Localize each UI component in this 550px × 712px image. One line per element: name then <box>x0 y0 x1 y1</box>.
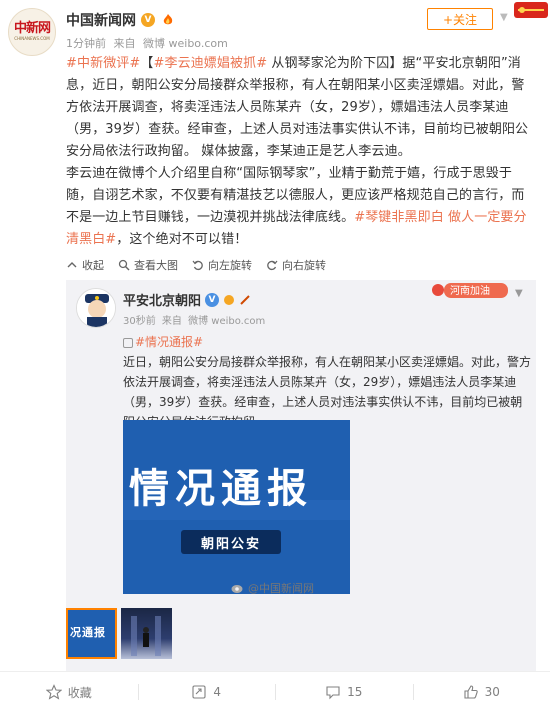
source-prefix: 来自 <box>113 37 136 50</box>
chinanews-logo-en: CHINANEWS.COM <box>14 36 50 41</box>
repost-chevron-down-icon[interactable]: ▼ <box>515 288 523 299</box>
rotate-right-icon <box>267 260 278 271</box>
post-actions: 收藏 4 15 30 <box>0 671 550 712</box>
rotate-left-button[interactable]: 向左旋转 <box>192 257 252 273</box>
image-toolbar: 收起 查看大图 向左旋转 向右旋转 <box>66 256 340 274</box>
comment-count: 15 <box>347 685 363 699</box>
notice-tag-icon <box>123 337 133 348</box>
repost-tag[interactable]: #情况通报# <box>135 335 203 349</box>
repost-badge-icon <box>224 294 235 305</box>
thumbs-up-icon <box>464 685 478 699</box>
star-icon <box>45 684 62 700</box>
repost-text: #情况通报# 近日，朝阳公安分局接群众举报称，有人在朝阳某小区卖淫嫖娼。对此，警… <box>123 332 533 432</box>
henan-support-badge: 河南加油 <box>432 283 508 298</box>
notice-image-title: 情况通报 <box>129 466 313 512</box>
weibo-post-card: 中新网 CHINANEWS.COM 中国新闻网 V 1分钟前 来自 微博 wei… <box>0 0 550 712</box>
collapse-button[interactable]: 收起 <box>66 257 104 273</box>
post-meta: 1分钟前 来自 微博 weibo.com <box>66 35 232 51</box>
like-button[interactable]: 30 <box>412 672 550 712</box>
post-text: 【 <box>140 56 154 71</box>
repost-author-row: 平安北京朝阳 V <box>123 290 251 309</box>
comment-icon <box>326 686 340 700</box>
hashtag-link[interactable]: #中新微评# <box>66 56 140 71</box>
post-paragraph: #中新微评#【#李云迪嫖娼被抓# 从钢琴家沦为阶下囚】据“平安北京朝阳”消息，近… <box>66 53 531 163</box>
repost-author-avatar[interactable] <box>76 288 116 328</box>
rotate-left-label: 向左旋转 <box>208 259 252 272</box>
notice-image[interactable]: 情况通报 朝阳公安 <box>123 420 350 594</box>
thumbnail-2[interactable] <box>121 608 172 659</box>
rotate-right-label: 向右旋转 <box>282 259 326 272</box>
repost-source-prefix: 来自 <box>161 316 182 327</box>
magnify-icon <box>118 259 130 271</box>
thumbnail-1-text: 况通报 <box>70 626 106 639</box>
view-large-button[interactable]: 查看大图 <box>118 257 178 273</box>
author-name[interactable]: 中国新闻网 <box>66 10 136 30</box>
chevron-down-icon[interactable]: ▼ <box>500 12 508 23</box>
thumbnail-1[interactable]: 况通报 <box>66 608 117 659</box>
reposted-post: 平安北京朝阳 V 30秒前 来自 微博 weibo.com 河南加油 ▼ #情况… <box>66 280 536 671</box>
favorite-label: 收藏 <box>67 685 92 700</box>
post-text: 从钢琴家沦为阶下囚】据“平安北京朝阳”消息，近日，朝阳公安分局接群众举报称，有人… <box>66 56 529 159</box>
chinanews-logo: 中新网 <box>13 21 51 36</box>
repost-count: 4 <box>213 685 222 699</box>
festival-decoration-icon <box>514 2 548 18</box>
fire-badge-icon <box>163 14 173 25</box>
collapse-label: 收起 <box>82 259 104 272</box>
stage-photo-icon <box>131 616 161 656</box>
rotate-left-icon <box>192 260 203 271</box>
repost-button[interactable]: 4 <box>137 672 276 712</box>
collapse-icon <box>67 262 77 268</box>
favorite-button[interactable]: 收藏 <box>0 672 138 712</box>
follow-button[interactable]: +关注 <box>427 8 493 30</box>
rotate-right-button[interactable]: 向右旋转 <box>266 257 326 273</box>
like-count: 30 <box>484 685 500 699</box>
post-content: #中新微评#【#李云迪嫖娼被抓# 从钢琴家沦为阶下囚】据“平安北京朝阳”消息，近… <box>66 53 531 251</box>
post-paragraph: 李云迪在微博个人介绍里自称“国际钢琴家”，业精于勤荒于嬉，行成于思毁于随，自诩艺… <box>66 163 531 251</box>
notice-image-subtitle: 朝阳公安 <box>181 530 281 554</box>
repost-guitar-icon <box>240 294 250 305</box>
repost-time[interactable]: 30秒前 <box>123 316 156 327</box>
repost-meta: 30秒前 来自 微博 weibo.com <box>123 312 268 327</box>
image-thumbnails: 况通报 <box>66 608 172 660</box>
henan-support-text: 河南加油 <box>450 284 490 297</box>
post-time[interactable]: 1分钟前 <box>66 37 106 50</box>
repost-source[interactable]: 微博 weibo.com <box>188 316 265 327</box>
police-avatar-icon <box>77 289 115 327</box>
hashtag-link[interactable]: #李云迪嫖娼被抓# <box>154 56 268 71</box>
comment-button[interactable]: 15 <box>275 672 413 712</box>
watermark-text: @中国新闻网 <box>248 582 314 595</box>
watermark: @中国新闻网 <box>231 580 314 596</box>
repost-icon <box>192 685 206 699</box>
post-source[interactable]: 微博 weibo.com <box>143 37 228 50</box>
repost-verified-icon: V <box>205 292 220 307</box>
view-large-label: 查看大图 <box>134 259 178 272</box>
verified-icon: V <box>141 13 155 27</box>
post-text: ，这个绝对不可以错！ <box>116 232 248 247</box>
author-row: 中国新闻网 V <box>66 10 176 30</box>
author-avatar[interactable]: 中新网 CHINANEWS.COM <box>8 8 56 56</box>
repost-author-name[interactable]: 平安北京朝阳 <box>123 290 201 309</box>
weibo-logo-icon <box>231 585 243 593</box>
